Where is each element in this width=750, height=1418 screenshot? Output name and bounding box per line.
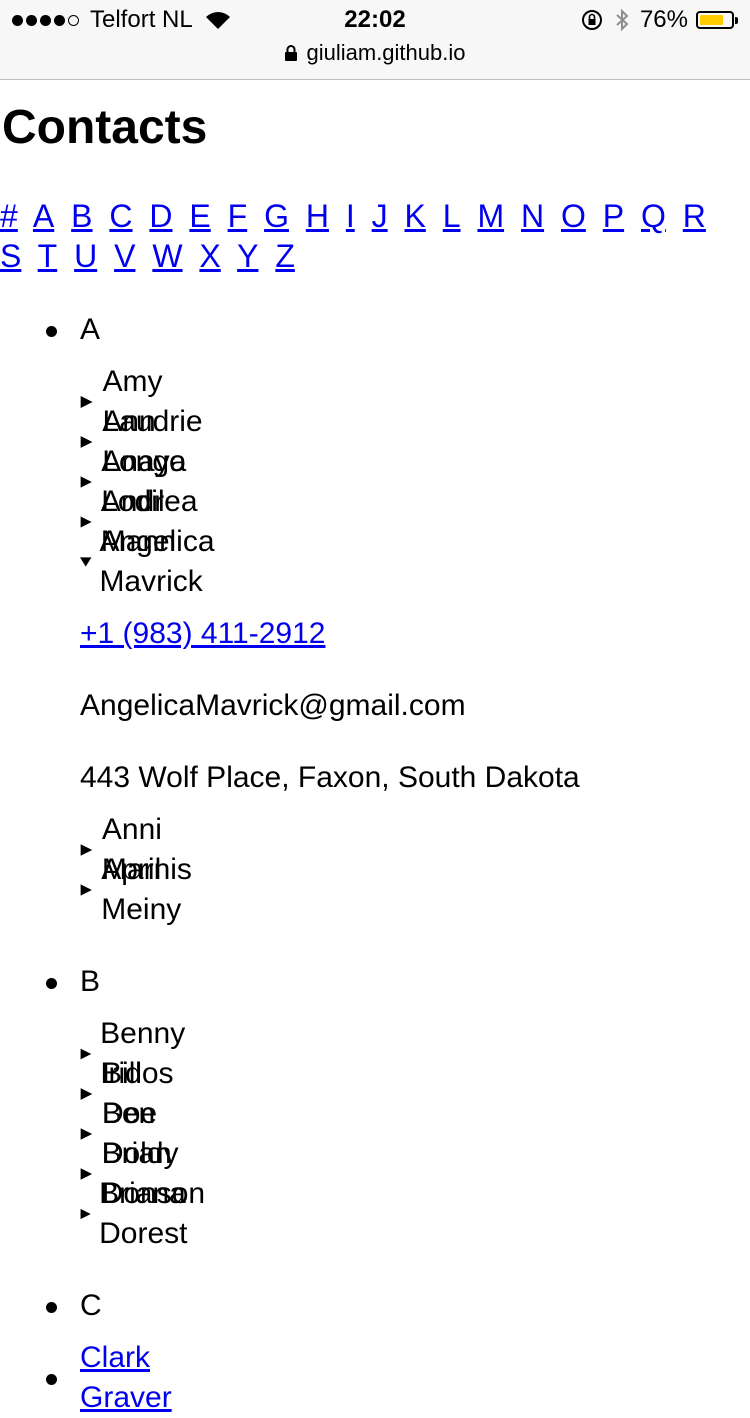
- alphabet-link-m[interactable]: M: [477, 198, 504, 234]
- alphabet-link-x[interactable]: X: [199, 238, 220, 274]
- alphabet-link-i[interactable]: I: [346, 198, 355, 234]
- disclosure-closed-icon: [80, 516, 92, 528]
- bullet-icon: [46, 1302, 57, 1313]
- contact-name: Briana Dorest: [99, 1177, 188, 1250]
- disclosure-closed-icon: [80, 1048, 92, 1060]
- contact-name: April Meiny: [101, 853, 182, 926]
- battery-icon: [696, 11, 738, 29]
- contact-item[interactable]: Clark Graver: [46, 1341, 172, 1414]
- alphabet-link-e[interactable]: E: [189, 198, 210, 234]
- alphabet-index: # A B C D E F G H I J K L M N O P Q R S …: [0, 196, 740, 276]
- disclosure-closed-icon: [80, 1088, 93, 1100]
- alphabet-link-g[interactable]: G: [264, 198, 289, 234]
- alphabet-link-f[interactable]: F: [228, 198, 248, 234]
- alphabet-link-b[interactable]: B: [71, 198, 92, 234]
- alphabet-link-q[interactable]: Q: [641, 198, 666, 234]
- disclosure-open-icon: [80, 557, 92, 567]
- status-right: 76%: [580, 6, 738, 34]
- contact-address: 443 Wolf Place, Faxon, South Dakota: [80, 761, 580, 794]
- disclosure-closed-icon: [80, 396, 93, 408]
- alphabet-link-s[interactable]: S: [0, 238, 21, 274]
- disclosure-closed-icon: [80, 884, 92, 896]
- bullet-icon: [46, 1374, 57, 1385]
- group-heading: C: [80, 1289, 102, 1322]
- disclosure-closed-icon: [80, 1208, 91, 1220]
- contact-link[interactable]: Clark Graver: [80, 1338, 172, 1418]
- battery-level: [700, 15, 723, 25]
- alphabet-link-r[interactable]: R: [683, 198, 706, 234]
- alphabet-link-p[interactable]: P: [603, 198, 624, 234]
- disclosure-closed-icon: [80, 436, 93, 448]
- group-heading: A: [80, 313, 101, 346]
- contact-item[interactable]: April Meiny: [80, 853, 194, 926]
- page-title: Contacts: [2, 101, 208, 154]
- alphabet-link-d[interactable]: D: [149, 198, 172, 234]
- disclosure-closed-icon: [80, 1128, 93, 1140]
- alphabet-link-v[interactable]: V: [114, 238, 135, 274]
- disclosure-closed-icon: [80, 476, 92, 488]
- group-heading: B: [80, 965, 101, 998]
- alphabet-link-n[interactable]: N: [521, 198, 544, 234]
- alphabet-link-j[interactable]: J: [372, 198, 388, 234]
- contact-phone[interactable]: +1 (983) 411-2912: [80, 614, 325, 654]
- disclosure-closed-icon: [80, 844, 93, 856]
- rotation-lock-icon: [581, 10, 602, 30]
- alphabet-link-c[interactable]: C: [109, 198, 132, 234]
- contact-item[interactable]: Briana Dorest: [80, 1177, 202, 1250]
- alphabet-link-a[interactable]: A: [33, 198, 54, 234]
- alphabet-link-u[interactable]: U: [74, 238, 97, 274]
- alphabet-link-t[interactable]: T: [38, 238, 58, 274]
- contact-phone-link[interactable]: +1 (983) 411-2912: [80, 617, 325, 650]
- battery-percent: 76%: [639, 6, 688, 33]
- alphabet-link-z[interactable]: Z: [275, 238, 295, 274]
- bullet-icon: [46, 326, 57, 337]
- contact-name: Angelica Mavrick: [99, 525, 215, 598]
- bluetooth-icon: [616, 8, 629, 32]
- url-text: giuliam.github.io: [306, 40, 466, 65]
- alphabet-link-o[interactable]: O: [561, 198, 586, 234]
- address-bar[interactable]: giuliam.github.io: [0, 40, 750, 66]
- padlock-icon: [284, 45, 297, 61]
- alphabet-link-l[interactable]: L: [443, 198, 461, 234]
- contact-email: AngelicaMavrick@gmail.com: [80, 689, 466, 722]
- alphabet-link-hash[interactable]: #: [0, 198, 18, 234]
- alphabet-link-y[interactable]: Y: [237, 238, 258, 274]
- alphabet-link-h[interactable]: H: [306, 198, 329, 234]
- status-bar: Telfort NL 22:02 76% giuliam.github.io: [0, 0, 750, 80]
- alphabet-link-w[interactable]: W: [152, 238, 182, 274]
- contact-item[interactable]: Angelica Mavrick: [80, 525, 229, 598]
- alphabet-link-k[interactable]: K: [405, 198, 426, 234]
- bullet-icon: [46, 978, 57, 989]
